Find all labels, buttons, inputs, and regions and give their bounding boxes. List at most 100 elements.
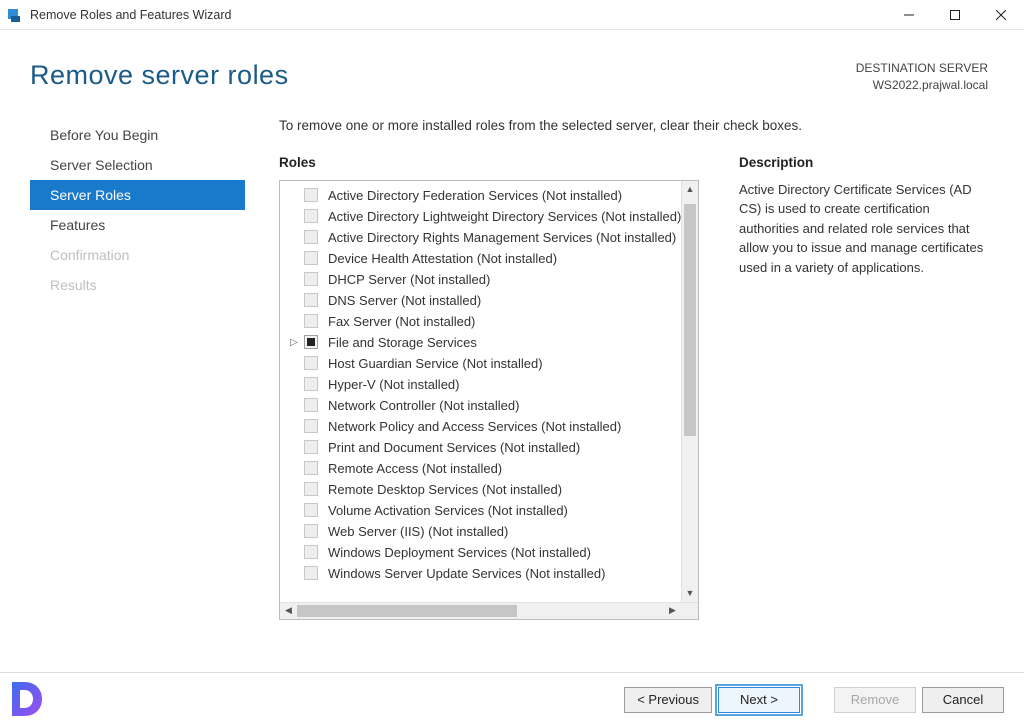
scroll-corner [681, 603, 698, 619]
role-checkbox[interactable] [304, 335, 318, 349]
role-row[interactable]: Remote Access (Not installed) [280, 458, 698, 479]
role-row[interactable]: Device Health Attestation (Not installed… [280, 248, 698, 269]
scroll-up-arrow[interactable]: ▲ [682, 181, 698, 198]
nav-item[interactable]: Server Roles [30, 180, 245, 210]
role-row[interactable]: DHCP Server (Not installed) [280, 269, 698, 290]
nav-item[interactable]: Features [30, 210, 245, 240]
role-label: DHCP Server (Not installed) [328, 272, 490, 287]
role-row[interactable]: Active Directory Rights Management Servi… [280, 227, 698, 248]
roles-list[interactable]: Active Directory Federation Services (No… [280, 181, 698, 602]
role-row[interactable]: Host Guardian Service (Not installed) [280, 353, 698, 374]
role-row[interactable]: Network Controller (Not installed) [280, 395, 698, 416]
role-label: Remote Desktop Services (Not installed) [328, 482, 562, 497]
description-column: Description Active Directory Certificate… [739, 155, 988, 644]
role-label: Volume Activation Services (Not installe… [328, 503, 568, 518]
role-checkbox [304, 482, 318, 496]
role-row[interactable]: DNS Server (Not installed) [280, 290, 698, 311]
role-checkbox [304, 377, 318, 391]
role-checkbox [304, 566, 318, 580]
role-label: DNS Server (Not installed) [328, 293, 481, 308]
hscroll-track[interactable] [297, 603, 664, 619]
titlebar: Remove Roles and Features Wizard [0, 0, 1024, 30]
role-label: Fax Server (Not installed) [328, 314, 475, 329]
window-title: Remove Roles and Features Wizard [30, 8, 231, 22]
cancel-button[interactable]: Cancel [922, 687, 1004, 713]
scroll-track[interactable] [682, 198, 698, 585]
page-title: Remove server roles [30, 60, 289, 91]
scroll-left-arrow[interactable]: ◀ [280, 603, 297, 619]
wizard-body: Before You BeginServer SelectionServer R… [0, 104, 1024, 644]
instruction-text: To remove one or more installed roles fr… [279, 118, 988, 133]
description-header: Description [739, 155, 988, 170]
role-label: Host Guardian Service (Not installed) [328, 356, 543, 371]
role-row[interactable]: ▷ File and Storage Services [280, 332, 698, 353]
horizontal-scrollbar[interactable]: ◀ ▶ [280, 602, 698, 619]
scroll-down-arrow[interactable]: ▼ [682, 585, 698, 602]
role-label: Print and Document Services (Not install… [328, 440, 580, 455]
role-row[interactable]: Print and Document Services (Not install… [280, 437, 698, 458]
close-button[interactable] [978, 0, 1024, 30]
wizard-nav: Before You BeginServer SelectionServer R… [30, 118, 245, 644]
app-icon [6, 7, 22, 23]
role-row[interactable]: Web Server (IIS) (Not installed) [280, 521, 698, 542]
role-label: Device Health Attestation (Not installed… [328, 251, 557, 266]
role-row[interactable]: Windows Deployment Services (Not install… [280, 542, 698, 563]
vertical-scrollbar[interactable]: ▲ ▼ [681, 181, 698, 602]
role-row[interactable]: Active Directory Lightweight Directory S… [280, 206, 698, 227]
role-checkbox [304, 545, 318, 559]
wizard-footer: < Previous Next > Remove Cancel [0, 672, 1024, 726]
role-label: Network Policy and Access Services (Not … [328, 419, 621, 434]
role-checkbox [304, 356, 318, 370]
nav-item[interactable]: Server Selection [30, 150, 245, 180]
role-row[interactable]: Active Directory Federation Services (No… [280, 185, 698, 206]
role-label: Network Controller (Not installed) [328, 398, 519, 413]
role-label: Active Directory Rights Management Servi… [328, 230, 676, 245]
role-label: File and Storage Services [328, 335, 477, 350]
role-label: Web Server (IIS) (Not installed) [328, 524, 508, 539]
roles-listbox[interactable]: Active Directory Federation Services (No… [279, 180, 699, 620]
role-label: Windows Server Update Services (Not inst… [328, 566, 605, 581]
role-label: Hyper-V (Not installed) [328, 377, 460, 392]
scroll-thumb[interactable] [684, 204, 696, 436]
minimize-button[interactable] [886, 0, 932, 30]
expand-icon[interactable]: ▷ [290, 337, 300, 348]
role-checkbox [304, 461, 318, 475]
destination-server: DESTINATION SERVER WS2022.prajwal.local [856, 60, 988, 94]
wizard-header: Remove server roles DESTINATION SERVER W… [0, 30, 1024, 104]
roles-column: Roles Active Directory Federation Servic… [279, 155, 699, 644]
role-label: Remote Access (Not installed) [328, 461, 502, 476]
remove-button: Remove [834, 687, 916, 713]
role-label: Active Directory Federation Services (No… [328, 188, 622, 203]
nav-item[interactable]: Before You Begin [30, 120, 245, 150]
destination-server-label: DESTINATION SERVER [856, 60, 988, 77]
role-checkbox [304, 251, 318, 265]
maximize-button[interactable] [932, 0, 978, 30]
role-checkbox [304, 524, 318, 538]
role-checkbox [304, 440, 318, 454]
role-checkbox [304, 188, 318, 202]
role-checkbox [304, 314, 318, 328]
role-checkbox [304, 398, 318, 412]
role-row[interactable]: Hyper-V (Not installed) [280, 374, 698, 395]
role-row[interactable]: Volume Activation Services (Not installe… [280, 500, 698, 521]
description-text: Active Directory Certificate Services (A… [739, 180, 988, 278]
role-checkbox [304, 230, 318, 244]
role-row[interactable]: Windows Server Update Services (Not inst… [280, 563, 698, 584]
hscroll-thumb[interactable] [297, 605, 517, 617]
role-checkbox [304, 272, 318, 286]
nav-item: Results [30, 270, 245, 300]
next-button[interactable]: Next > [718, 687, 800, 713]
role-checkbox [304, 293, 318, 307]
role-checkbox [304, 209, 318, 223]
content-area: To remove one or more installed roles fr… [245, 118, 988, 644]
role-row[interactable]: Fax Server (Not installed) [280, 311, 698, 332]
role-row[interactable]: Network Policy and Access Services (Not … [280, 416, 698, 437]
role-label: Active Directory Lightweight Directory S… [328, 209, 681, 224]
previous-button[interactable]: < Previous [624, 687, 712, 713]
role-checkbox [304, 419, 318, 433]
scroll-right-arrow[interactable]: ▶ [664, 603, 681, 619]
columns: Roles Active Directory Federation Servic… [279, 155, 988, 644]
role-row[interactable]: Remote Desktop Services (Not installed) [280, 479, 698, 500]
watermark-icon [6, 678, 48, 720]
role-checkbox [304, 503, 318, 517]
